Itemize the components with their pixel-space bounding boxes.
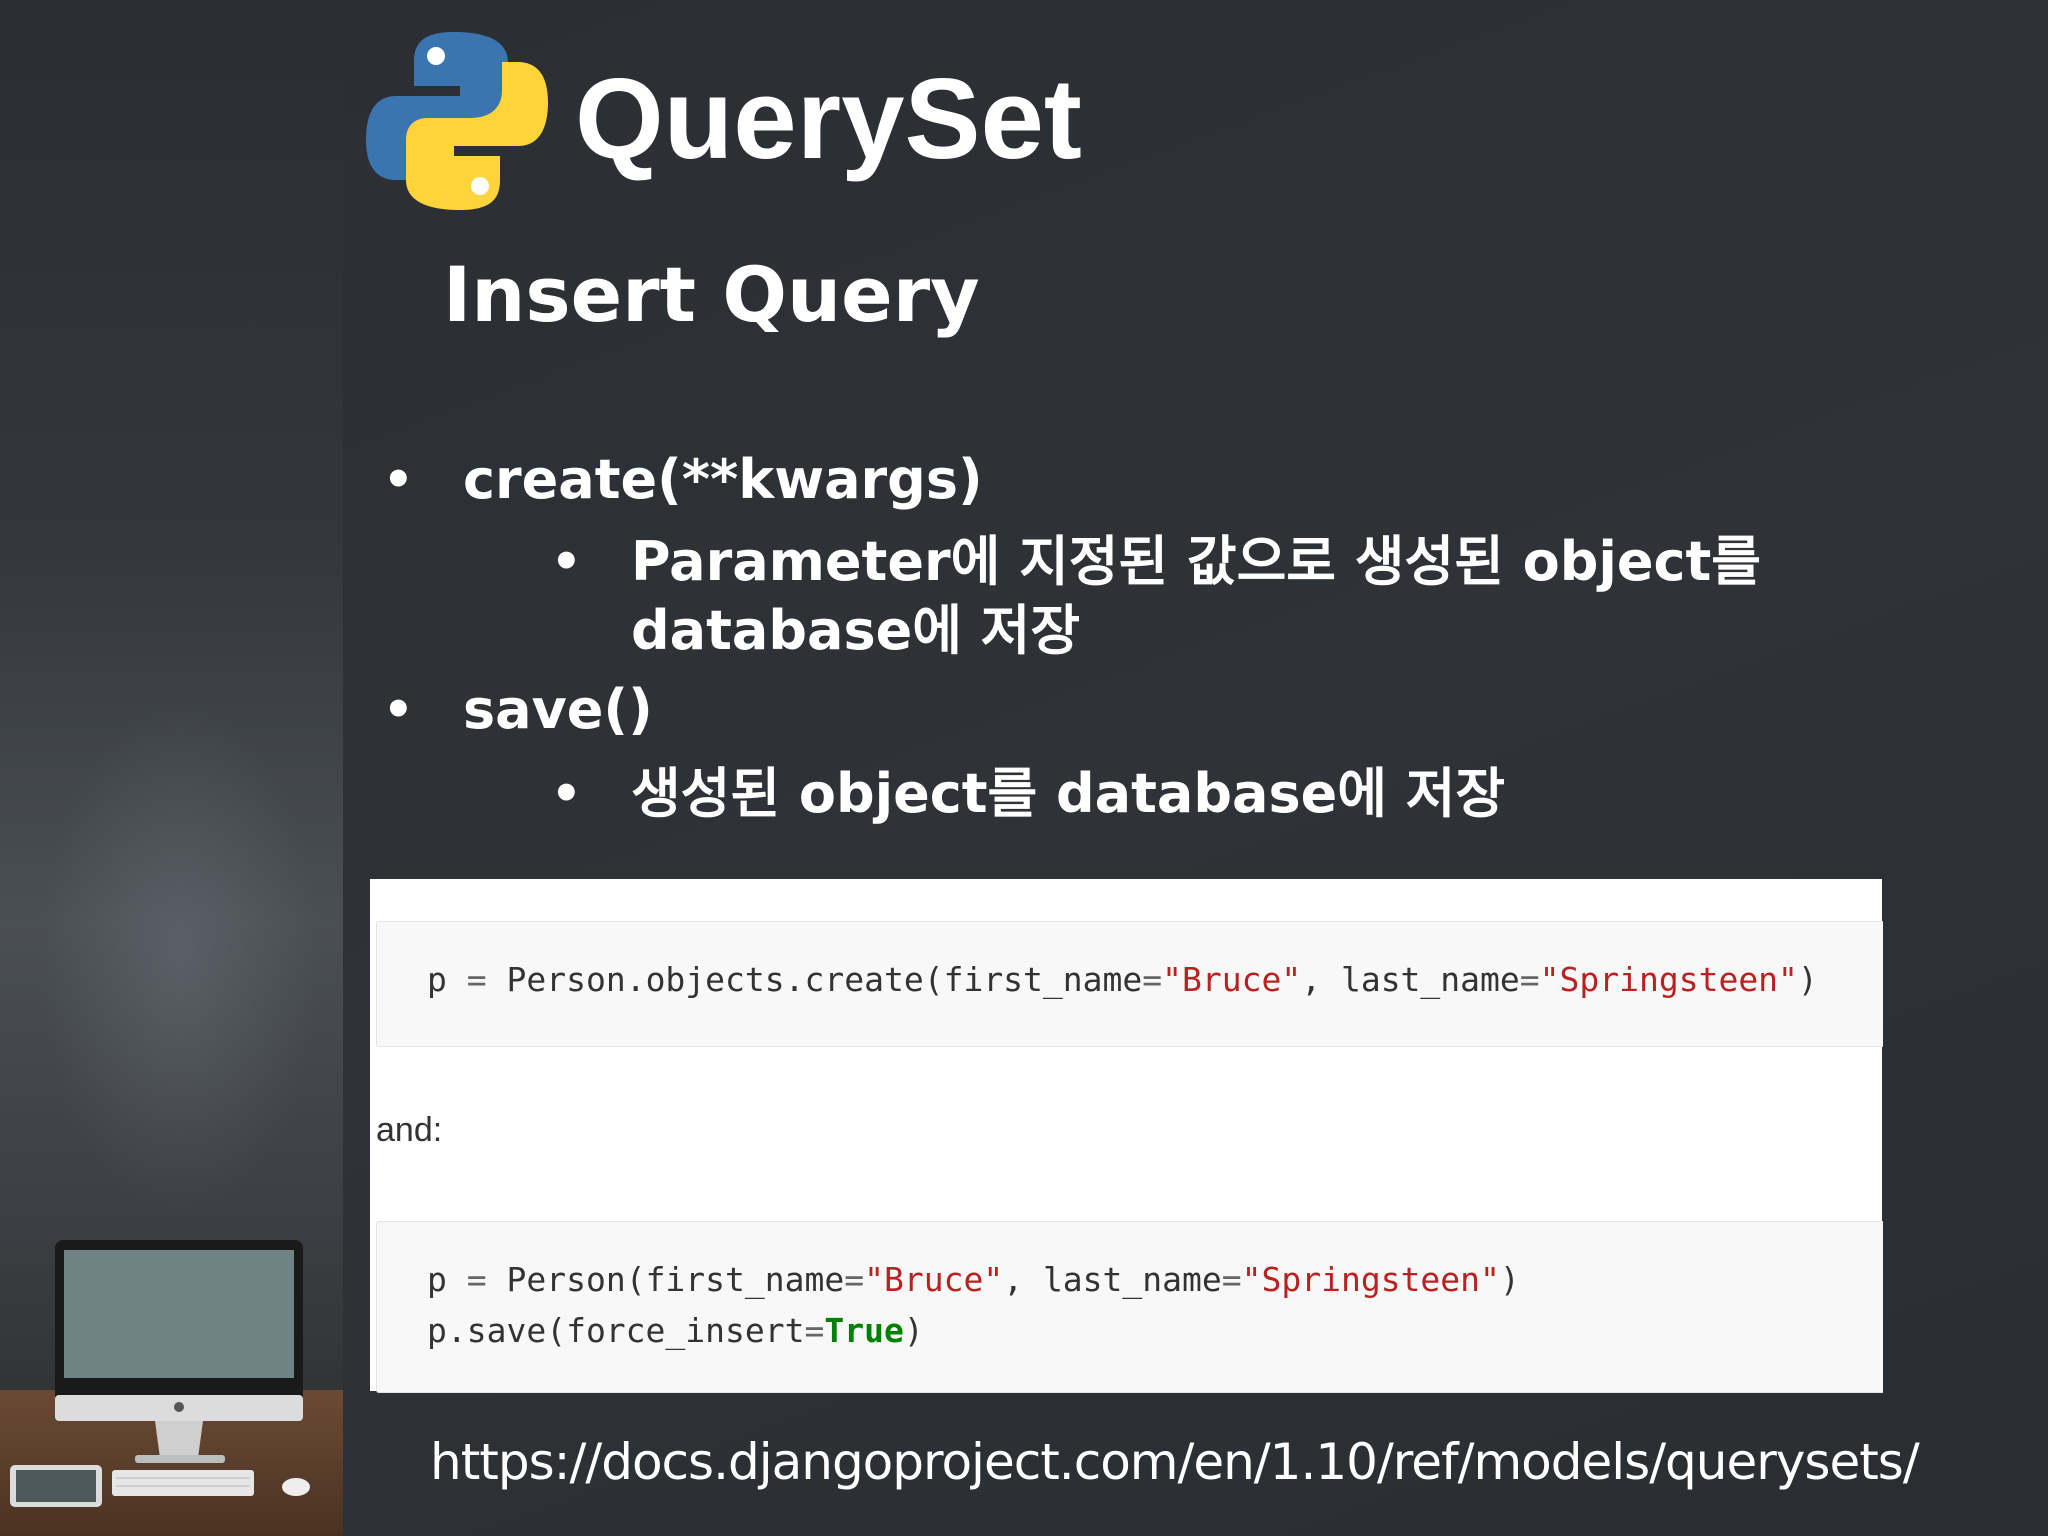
sub-bullet-create-line-1: Parameter에 지정된 값으로 생성된 object를 <box>631 530 1761 593</box>
slide-subtitle: Insert Query <box>443 250 980 339</box>
bullet-save: save() <box>463 678 653 741</box>
code-line-save: p.save(force_insert=True) <box>427 1311 924 1350</box>
code-example-panel: p = Person.objects.create(first_name="Br… <box>370 879 1883 1393</box>
source-url: https://docs.djangoproject.com/en/1.10/r… <box>430 1433 1920 1491</box>
code-block-create: p = Person.objects.create(first_name="Br… <box>376 921 1883 1047</box>
sub-bullet-create-line-2: database에 저장 <box>631 599 1081 662</box>
code-line-create: p = Person.objects.create(first_name="Br… <box>427 960 1818 999</box>
sub-bullet-save: 생성된 object를 database에 저장 <box>631 762 1506 825</box>
desktop-computer-icon <box>10 1240 310 1507</box>
bullet-dot: • <box>383 452 414 508</box>
code-line-person: p = Person(first_name="Bruce", last_name… <box>427 1260 1520 1299</box>
bullet-dot: • <box>383 682 414 738</box>
bullet-create: create(**kwargs) <box>463 448 983 511</box>
python-logo-icon <box>366 32 548 210</box>
sub-bullet-dot: • <box>551 766 582 822</box>
sub-bullet-dot: • <box>551 534 582 590</box>
slide-title: QuerySet <box>575 56 1082 183</box>
code-block-save: p = Person(first_name="Bruce", last_name… <box>376 1221 1883 1393</box>
decorative-side-panel <box>0 0 343 1536</box>
and-label: and: <box>376 1111 443 1149</box>
